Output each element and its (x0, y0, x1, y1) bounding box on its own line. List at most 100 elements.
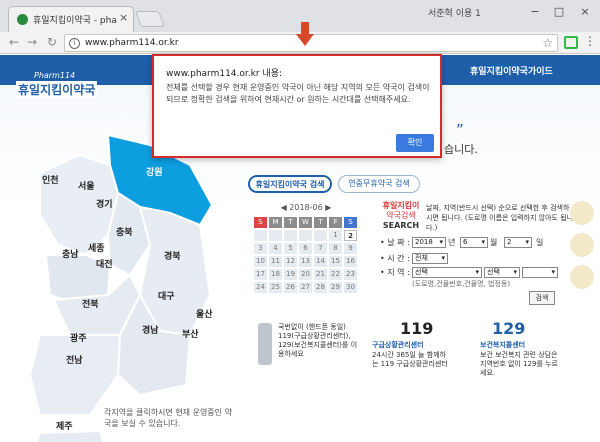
url-text[interactable]: www.pharm114.or.kr (85, 38, 179, 48)
alert-dialog: www.pharm114.or.kr 내용: 전체를 선택할 경우 현재 운영중… (152, 54, 442, 158)
calendar-day[interactable]: 12 (284, 256, 297, 267)
forward-icon[interactable]: → (24, 34, 40, 50)
region-label-daegu[interactable]: 대구 (158, 289, 175, 302)
day-select[interactable]: 2 (504, 237, 532, 248)
promo-strip: 국번없이 (핸드폰 동일) 119(구급상황관리센터), 129(보건복지콜센터… (252, 317, 572, 377)
calendar-day[interactable]: 27 (299, 282, 312, 293)
region-label-busan[interactable]: 부산 (182, 327, 199, 340)
calendar-day[interactable]: 15 (329, 256, 342, 267)
calendar-day[interactable]: 17 (254, 269, 267, 280)
calendar-day[interactable]: 8 (329, 243, 342, 254)
region-label: • 지 역 : (380, 268, 410, 277)
calendar-day[interactable]: 28 (314, 282, 327, 293)
region-label-gangwon[interactable]: 강원 (146, 165, 163, 178)
calendar-day[interactable]: 9 (344, 243, 357, 254)
map-region-jeju[interactable] (35, 429, 105, 442)
map-region-jeonnam[interactable] (28, 334, 122, 416)
promo-129-title: 보건복지콜센터 (480, 341, 526, 349)
calendar-day[interactable]: 23 (344, 269, 357, 280)
tab-close-icon[interactable]: × (119, 11, 128, 24)
region-label-seoul[interactable]: 서울 (78, 179, 95, 192)
region-label-gyeongbuk[interactable]: 경북 (164, 249, 181, 262)
calendar-header[interactable]: ◀ 2018-06 ▶ (254, 203, 358, 215)
logo-subtitle: Pharm114 (34, 71, 76, 80)
time-select[interactable]: 전체 (412, 253, 448, 264)
annotation-arrow-head (296, 34, 314, 46)
calendar-day (284, 230, 297, 241)
side-icon-3[interactable] (570, 265, 594, 289)
region-select-2[interactable]: 선택 (484, 267, 520, 278)
calendar-day[interactable]: 3 (254, 243, 267, 254)
region-label-jeonbuk[interactable]: 전북 (82, 297, 99, 310)
calendar-day[interactable]: 29 (329, 282, 342, 293)
region-label-ulsan[interactable]: 울산 (196, 307, 213, 320)
calendar-day[interactable]: 6 (299, 243, 312, 254)
calendar-day[interactable]: 2 (344, 230, 357, 241)
calendar-day[interactable]: 19 (284, 269, 297, 280)
calendar-day[interactable]: 7 (314, 243, 327, 254)
guide-link[interactable]: 휴일지킴이약국가이드 (470, 64, 553, 77)
tab-yearround-search[interactable]: 연중무휴약국 검색 (338, 175, 420, 193)
region-label-incheon[interactable]: 인천 (42, 173, 59, 186)
bookmark-star-icon[interactable]: ☆ (542, 36, 553, 50)
search-title-line3: SEARCH (382, 221, 420, 230)
region-label-daejeon[interactable]: 대전 (96, 257, 113, 270)
calendar-day[interactable]: 21 (314, 269, 327, 280)
month-select[interactable]: 6 (460, 237, 488, 248)
reload-icon[interactable]: ↻ (44, 34, 60, 50)
calendar-day (299, 230, 312, 241)
region-label-jeju[interactable]: 제주 (56, 419, 73, 432)
dialog-message: 전체를 선택할 경우 현재 운영중인 약국이 아닌 해당 지역의 모든 약국이 … (166, 83, 430, 104)
region-label-sejong[interactable]: 세종 (88, 241, 105, 254)
calendar-day[interactable]: 30 (344, 282, 357, 293)
dialog-ok-button[interactable]: 확인 (396, 134, 434, 152)
calendar-day[interactable]: 26 (284, 282, 297, 293)
calendar-day[interactable]: 14 (314, 256, 327, 267)
calendar-day[interactable]: 11 (269, 256, 282, 267)
search-title-line1: 휴일지킴이 (382, 201, 420, 210)
calendar-day[interactable]: 22 (329, 269, 342, 280)
calendar-day[interactable]: 24 (254, 282, 267, 293)
info-icon[interactable]: i (69, 38, 80, 49)
region-label-jeonnam[interactable]: 전남 (66, 353, 83, 366)
day-unit: 일 (536, 238, 544, 247)
phone-icon (258, 323, 272, 365)
calendar-day[interactable]: 5 (284, 243, 297, 254)
hero-subtitle: 습니다. (444, 143, 478, 156)
browser-menu-icon[interactable]: ⋮ (584, 34, 596, 48)
year-select[interactable]: 2018 (412, 237, 446, 248)
search-button[interactable]: 검색 (529, 291, 555, 305)
side-icon-1[interactable] (570, 201, 594, 225)
region-text-input[interactable] (522, 267, 558, 278)
hero-quote: ” (456, 121, 464, 139)
promo-phone-text: 국번없이 (핸드폰 동일) 119(구급상황관리센터), 129(보건복지콜센터… (278, 323, 358, 358)
maximize-button[interactable]: □ (548, 3, 570, 21)
promo-129-number: 129 (492, 319, 526, 338)
region-label-gyeongnam[interactable]: 경남 (142, 323, 159, 336)
region-label-gyeonggi[interactable]: 경기 (96, 197, 113, 210)
calendar-day[interactable]: 13 (299, 256, 312, 267)
calendar-day[interactable]: 18 (269, 269, 282, 280)
profile-name[interactable]: 서준혁 이용 1 (428, 6, 481, 19)
calendar-day (254, 230, 267, 241)
region-label-chungbuk[interactable]: 충북 (116, 225, 133, 238)
calendar-day[interactable]: 25 (269, 282, 282, 293)
calendar-day[interactable]: 10 (254, 256, 267, 267)
calendar-day[interactable]: 16 (344, 256, 357, 267)
new-tab-button[interactable] (135, 11, 165, 27)
side-icon-2[interactable] (570, 233, 594, 257)
calendar-day[interactable]: 20 (299, 269, 312, 280)
region-label-chungnam[interactable]: 충남 (62, 247, 79, 260)
minimize-button[interactable]: − (524, 3, 546, 21)
extension-icon[interactable] (564, 36, 578, 49)
browser-tab[interactable]: 휴일지킴이약국 - pharm × (8, 6, 134, 32)
calendar-day[interactable]: 4 (269, 243, 282, 254)
promo-119-number: 119 (400, 319, 434, 338)
region-label-gwangju[interactable]: 광주 (70, 331, 87, 344)
region-select-1[interactable]: 선택 (412, 267, 482, 278)
back-icon[interactable]: ← (6, 34, 22, 50)
calendar-day[interactable]: 1 (329, 230, 342, 241)
close-window-button[interactable]: × (574, 3, 596, 21)
calendar-grid: S M T W T F S 1 2 3 4 5 6 7 8 9 10 11 12 13 14 15 16 17 18 19 20 21… (254, 217, 358, 293)
tab-holiday-search[interactable]: 휴일지킴이약국 검색 (248, 175, 332, 193)
